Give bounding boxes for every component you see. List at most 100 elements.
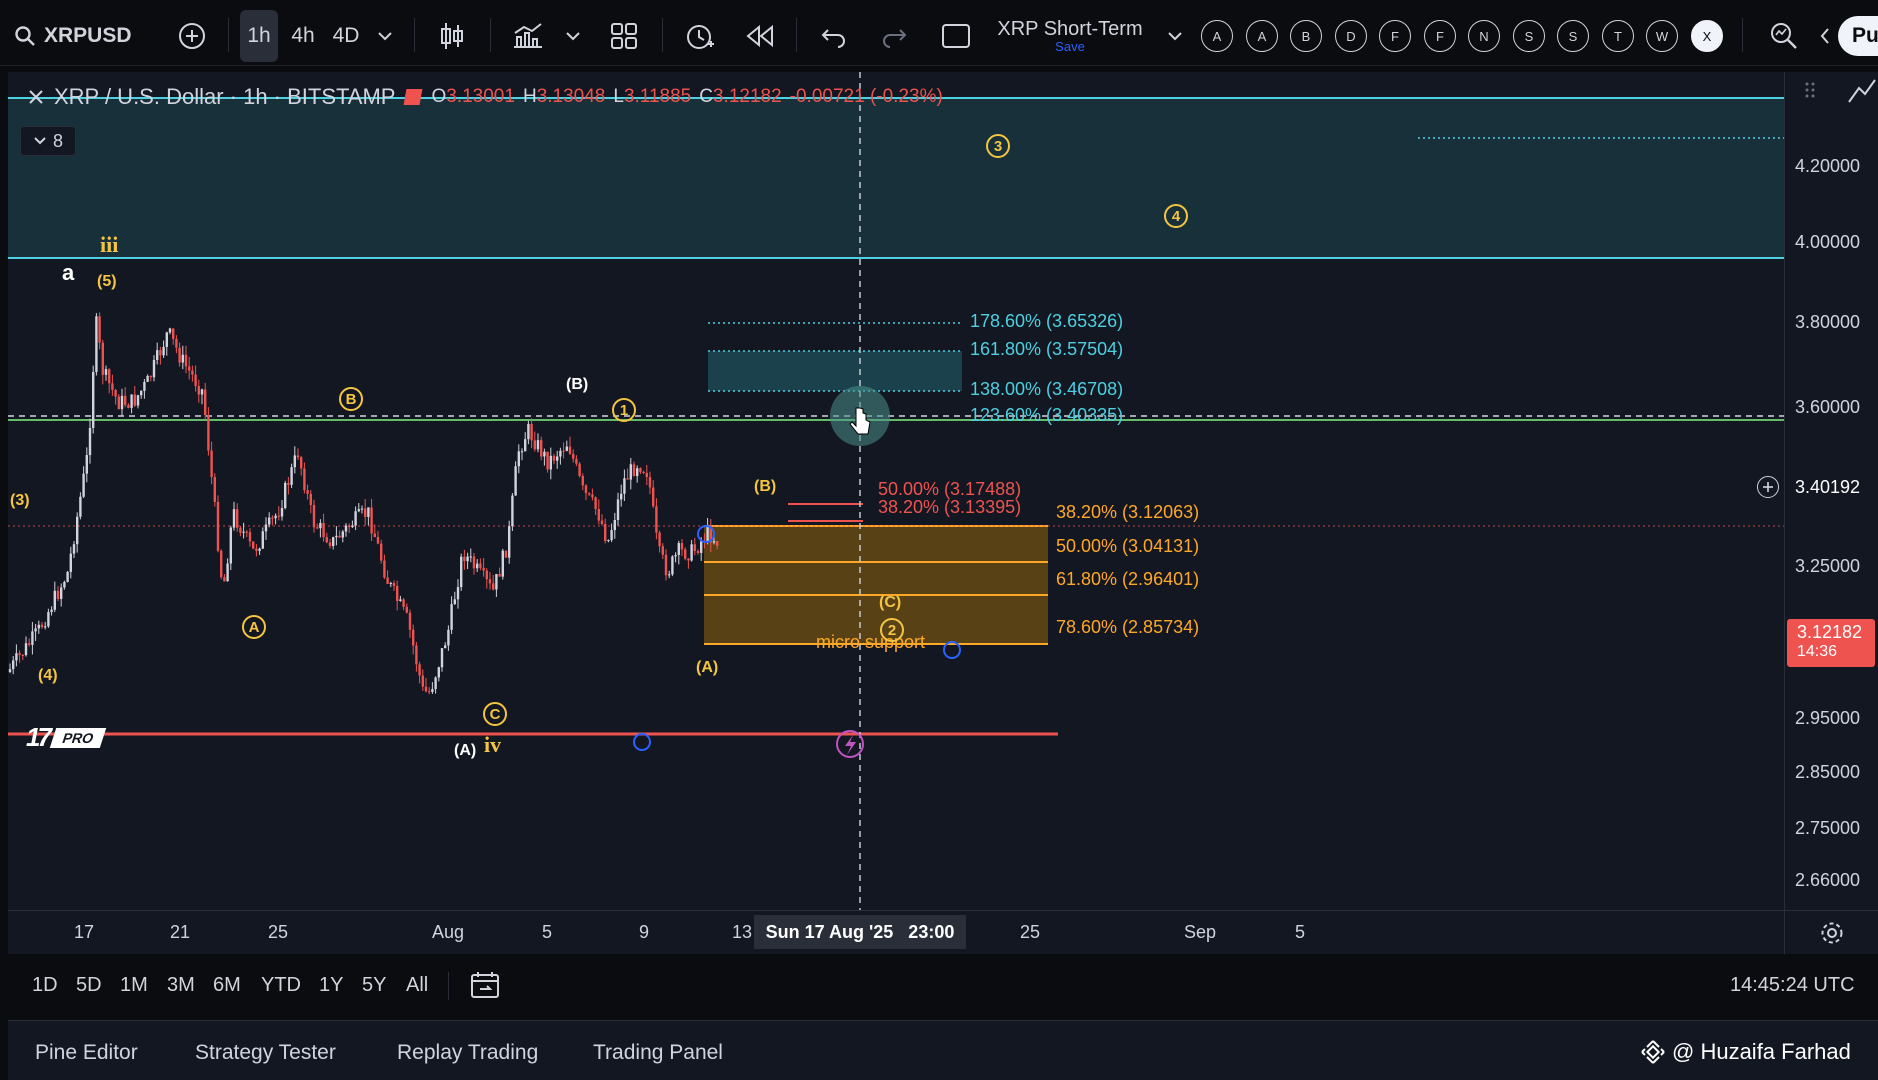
layout-grid-button[interactable] bbox=[604, 10, 644, 62]
chart-settings-button[interactable] bbox=[1784, 910, 1878, 954]
utc-clock[interactable]: 14:45:24 UTC bbox=[1730, 974, 1855, 997]
quick-button-t[interactable]: T bbox=[1602, 20, 1634, 52]
candle-body bbox=[168, 328, 172, 333]
fib-ext-label: 161.80% (3.57504) bbox=[970, 339, 1124, 359]
fib-ret-label: 61.80% (2.96401) bbox=[1056, 569, 1200, 589]
quick-button-x[interactable]: X bbox=[1691, 20, 1723, 52]
wave-label-b-paren-2[interactable]: (B) bbox=[754, 478, 776, 496]
candle-body bbox=[63, 581, 66, 588]
wave-label-4[interactable]: (4) bbox=[38, 667, 58, 685]
undo-button[interactable] bbox=[814, 10, 854, 62]
indicators-button[interactable] bbox=[508, 10, 548, 62]
indicators-collapse-button[interactable]: 8 bbox=[20, 126, 76, 156]
wave-label-3[interactable]: (3) bbox=[10, 492, 30, 510]
symbol-search[interactable]: XRPUSD bbox=[14, 10, 154, 62]
goto-date-button[interactable] bbox=[470, 970, 502, 1005]
candle-body bbox=[383, 560, 386, 578]
symbol-title[interactable]: XRP / U.S. Dollar · 1h · BITSTAMP bbox=[54, 84, 395, 110]
time-axis[interactable]: 17 21 25 Aug 5 9 13 25 Sep 5 Sun 17 Aug … bbox=[8, 910, 1784, 954]
wave-circle-c[interactable]: C bbox=[483, 702, 507, 726]
redo-button[interactable] bbox=[874, 10, 914, 62]
wave-label-a[interactable]: a bbox=[62, 260, 74, 286]
candle-body bbox=[287, 482, 290, 485]
wave-circle-b[interactable]: B bbox=[339, 387, 363, 411]
layout-dropdown[interactable] bbox=[1162, 10, 1188, 62]
range-6m[interactable]: 6M bbox=[213, 974, 241, 997]
wave-label-5[interactable]: (5) bbox=[97, 273, 117, 291]
range-5y[interactable]: 5Y bbox=[362, 974, 386, 997]
wave-label-a-paren-2[interactable]: (A) bbox=[454, 742, 476, 760]
add-alert-button[interactable] bbox=[1757, 476, 1779, 498]
wave-label-a-paren[interactable]: (A) bbox=[696, 659, 718, 677]
wave-circle-2[interactable]: 2 bbox=[880, 618, 904, 642]
wave-label-iv[interactable]: iv bbox=[484, 732, 501, 758]
fib-ext-label: 138.00% (3.46708) bbox=[970, 379, 1124, 399]
trend-tool-icon[interactable] bbox=[1847, 76, 1877, 111]
plus-circle-icon bbox=[179, 23, 205, 49]
wave-label-c-paren[interactable]: (C) bbox=[879, 594, 901, 612]
range-all[interactable]: All bbox=[406, 974, 428, 997]
fib-retracement-zone[interactable] bbox=[704, 526, 1048, 644]
collapse-left-icon[interactable] bbox=[1818, 10, 1832, 62]
candle-body bbox=[124, 395, 127, 405]
candle-body bbox=[530, 423, 533, 441]
chart-type-button[interactable] bbox=[432, 10, 472, 62]
wave-circle-4[interactable]: 4 bbox=[1164, 204, 1188, 228]
quick-button-n[interactable]: N bbox=[1468, 20, 1500, 52]
range-1d[interactable]: 1D bbox=[32, 974, 58, 997]
compare-add-button[interactable] bbox=[172, 10, 212, 62]
tab-trading-panel[interactable]: Trading Panel bbox=[593, 1041, 723, 1065]
quick-button-s1[interactable]: S bbox=[1513, 20, 1545, 52]
publish-button[interactable]: Pu bbox=[1838, 16, 1878, 56]
tab-replay-trading[interactable]: Replay Trading bbox=[397, 1041, 538, 1065]
candle-body bbox=[450, 604, 453, 630]
wave-circle-a[interactable]: A bbox=[242, 615, 266, 639]
marker-circle[interactable] bbox=[633, 733, 651, 751]
fib-extension-zone[interactable] bbox=[708, 351, 962, 391]
chart-pane[interactable]: XRP / U.S. Dollar · 1h · BITSTAMP O3.130… bbox=[8, 72, 1784, 910]
candle-body bbox=[511, 495, 514, 527]
price-axis[interactable]: 4.20000 4.00000 3.80000 3.60000 3.25000 … bbox=[1757, 72, 1878, 910]
candle-body bbox=[392, 583, 396, 587]
quick-button-a1[interactable]: A bbox=[1201, 20, 1233, 52]
candle-body bbox=[405, 606, 408, 613]
range-5d[interactable]: 5D bbox=[76, 974, 102, 997]
quick-button-a2[interactable]: A bbox=[1246, 20, 1278, 52]
close-icon[interactable] bbox=[28, 89, 44, 105]
timeframe-4h[interactable]: 4h bbox=[284, 10, 322, 62]
range-3m[interactable]: 3M bbox=[167, 974, 195, 997]
timeframe-4d[interactable]: 4D bbox=[326, 10, 366, 62]
alert-button[interactable] bbox=[680, 10, 720, 62]
wave-label-iii[interactable]: iii bbox=[100, 232, 118, 258]
top-toolbar: XRPUSD 1h 4h 4D XRP Short-Term Save A A … bbox=[0, 0, 1878, 66]
timeframe-dropdown[interactable] bbox=[372, 10, 398, 62]
upper-target-zone[interactable] bbox=[8, 98, 1784, 258]
range-1m[interactable]: 1M bbox=[120, 974, 148, 997]
candle-body bbox=[53, 590, 56, 610]
quick-search-button[interactable] bbox=[1762, 10, 1806, 62]
candle-series[interactable] bbox=[8, 312, 719, 695]
candle-body bbox=[255, 548, 258, 551]
wave-circle-1[interactable]: 1 bbox=[612, 398, 636, 422]
indicators-dropdown[interactable] bbox=[560, 10, 586, 62]
quick-button-f1[interactable]: F bbox=[1379, 20, 1411, 52]
quick-button-w[interactable]: W bbox=[1646, 20, 1678, 52]
tab-pine-editor[interactable]: Pine Editor bbox=[35, 1041, 138, 1065]
drawing-tools-icon[interactable] bbox=[1803, 80, 1823, 100]
wave-circle-3[interactable]: 3 bbox=[986, 134, 1010, 158]
replay-button[interactable] bbox=[740, 10, 780, 62]
quick-button-b[interactable]: B bbox=[1290, 20, 1322, 52]
quick-button-f2[interactable]: F bbox=[1424, 20, 1456, 52]
layout-name-button[interactable]: XRP Short-Term Save bbox=[990, 10, 1150, 62]
range-1y[interactable]: 1Y bbox=[319, 974, 343, 997]
candle-body bbox=[248, 532, 252, 542]
wave-label-b-paren[interactable]: (B) bbox=[566, 376, 588, 394]
quick-button-s2[interactable]: S bbox=[1557, 20, 1589, 52]
fib-ext-label: 178.60% (3.65326) bbox=[970, 311, 1124, 331]
tab-strategy-tester[interactable]: Strategy Tester bbox=[195, 1041, 336, 1065]
candle-body bbox=[351, 525, 354, 528]
quick-button-d[interactable]: D bbox=[1335, 20, 1367, 52]
fullscreen-button[interactable] bbox=[936, 10, 976, 62]
range-ytd[interactable]: YTD bbox=[261, 974, 301, 997]
timeframe-1h[interactable]: 1h bbox=[240, 10, 278, 62]
